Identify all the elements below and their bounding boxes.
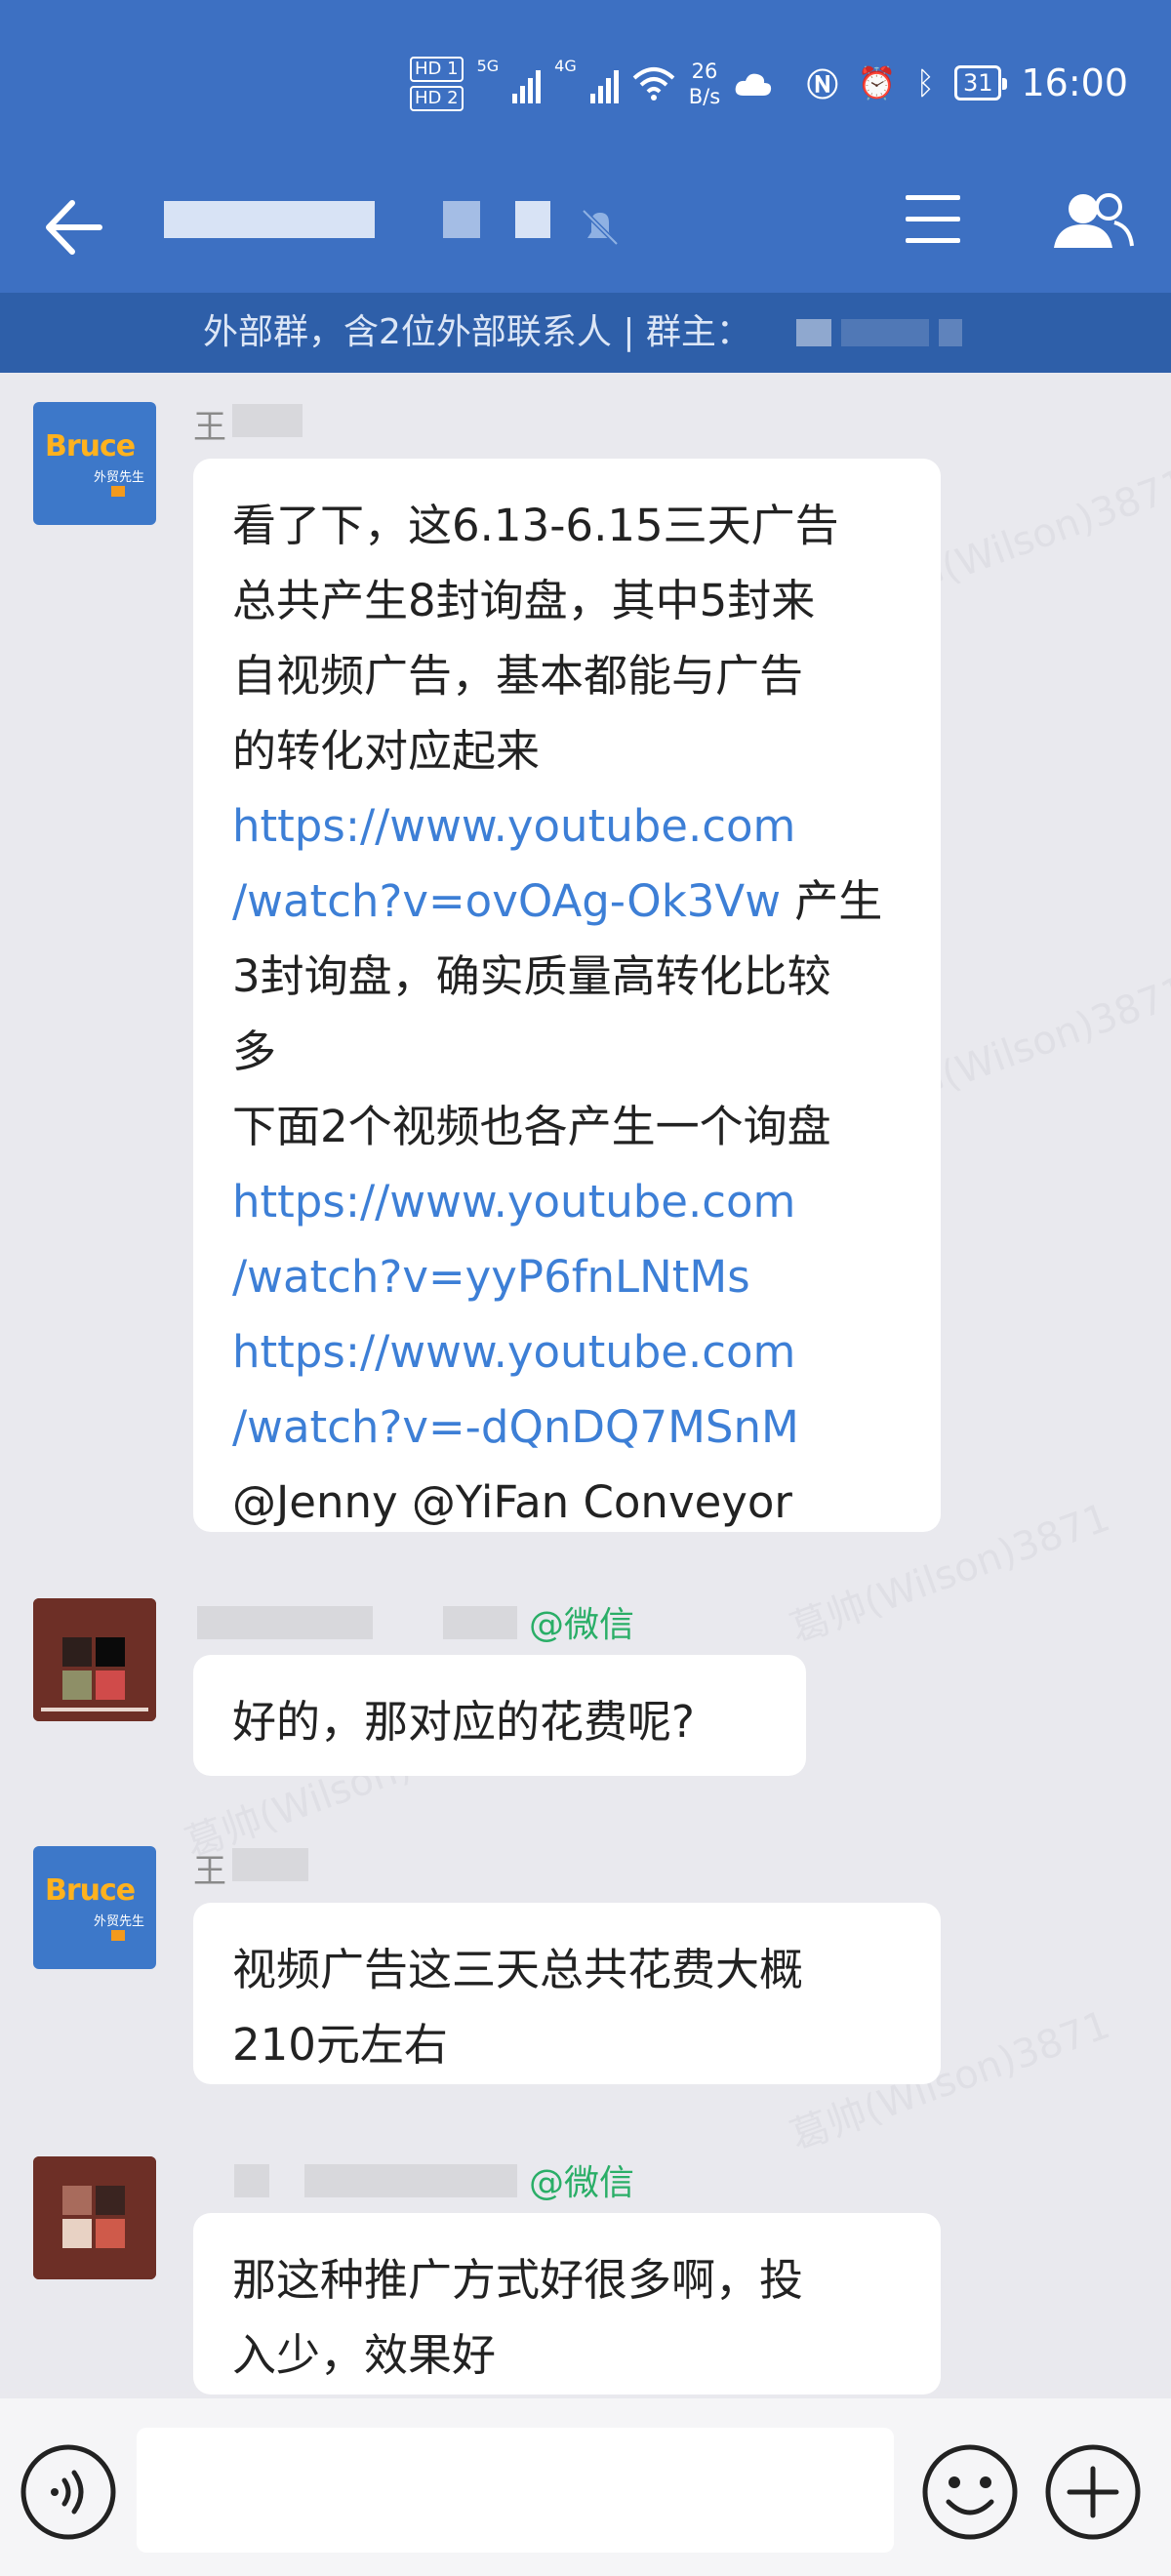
sender-name-redacted	[234, 2164, 269, 2197]
message-text: 产生	[781, 875, 883, 927]
net-speed: 26 B/s	[689, 59, 720, 109]
message-line: 多	[232, 1026, 277, 1077]
sender-name-redacted-2	[304, 2164, 517, 2197]
message-line: 自视频广告，基本都能与广告	[232, 650, 804, 702]
alarm-icon: ⏰	[857, 64, 897, 101]
youtube-link[interactable]: /watch?v=yyP6fnLNtMs	[232, 1239, 902, 1314]
cloud-icon	[735, 73, 772, 96]
speed-unit: B/s	[688, 85, 721, 108]
sender-name: 王	[193, 408, 226, 447]
sender-name: 王	[193, 1852, 226, 1891]
network-status: HD 1 HD 2 5G 4G 26 B/s	[410, 57, 773, 111]
avatar-badge	[111, 1930, 125, 1941]
bluetooth-icon: ᛒ	[915, 64, 935, 101]
avatar-logo-text: Bruce	[45, 429, 136, 463]
message-line: 3封询盘，确实质量高转化比较	[232, 950, 831, 1002]
message-bubble[interactable]: 那这种推广方式好很多啊，投 入少，效果好	[193, 2213, 941, 2395]
mention-line[interactable]: @Jenny @YiFan Conveyor	[232, 1465, 902, 1540]
group-title-redacted-3	[515, 201, 550, 238]
status-right: Ⓝ ⏰ ᛒ 31 16:00	[807, 60, 1128, 105]
message-line: 好的，那对应的花费呢?	[232, 1696, 695, 1748]
clock: 16:00	[1021, 61, 1128, 104]
wechat-tag: @微信	[529, 1605, 635, 1645]
sender-name-redacted	[232, 1848, 308, 1881]
group-title-redacted-2	[443, 201, 480, 238]
group-info-bar[interactable]: 外部群，含2位外部联系人 | 群主：	[0, 293, 1171, 373]
youtube-link[interactable]: https://www.youtube.com	[232, 788, 902, 864]
members-icon[interactable]	[1050, 187, 1134, 256]
avatar[interactable]: Bruce 外贸先生	[33, 402, 156, 525]
wechat-tag: @微信	[529, 2163, 635, 2203]
owner-name-redacted	[796, 319, 831, 346]
avatar-badge	[111, 486, 125, 497]
owner-name-redacted-2	[841, 319, 929, 346]
avatar-logo-text: Bruce	[45, 1873, 136, 1908]
youtube-link[interactable]: https://www.youtube.com	[232, 1164, 902, 1239]
message-line: 视频广告这三天总共花费大概	[232, 1944, 804, 1995]
message-line: 下面2个视频也各产生一个询盘	[232, 1101, 831, 1152]
youtube-link[interactable]: /watch?v=-dQnDQ7MSnM	[232, 1389, 902, 1465]
group-info-text: 外部群，含2位外部联系人 | 群主：	[203, 312, 751, 352]
menu-icon[interactable]	[904, 189, 964, 250]
message-line: 210元左右	[232, 2019, 448, 2071]
avatar[interactable]	[33, 1598, 156, 1721]
sender-name-redacted	[197, 1606, 373, 1639]
avatar-subtitle: 外贸先生	[94, 1914, 145, 1929]
emoji-icon[interactable]	[919, 2441, 1021, 2543]
group-title-redacted	[164, 201, 375, 238]
message-input[interactable]	[137, 2428, 894, 2553]
gen2-label: 4G	[554, 57, 577, 75]
avatar[interactable]: Bruce 外贸先生	[33, 1846, 156, 1969]
signal-icon	[512, 64, 542, 103]
avatar[interactable]	[33, 2156, 156, 2279]
message-bubble[interactable]: 视频广告这三天总共花费大概 210元左右	[193, 1903, 941, 2084]
back-arrow-icon[interactable]	[39, 193, 107, 262]
input-bar	[0, 2398, 1171, 2576]
mute-bell-icon	[582, 209, 619, 246]
message-bubble[interactable]: 好的，那对应的花费呢?	[193, 1655, 806, 1776]
signal-icon	[589, 64, 619, 103]
message-bubble[interactable]: 看了下，这6.13-6.15三天广告 总共产生8封询盘，其中5封来 自视频广告，…	[193, 459, 941, 1532]
sender-name-redacted	[232, 404, 303, 437]
sender-name-redacted-2	[443, 1606, 517, 1639]
wifi-icon	[632, 67, 675, 101]
status-bar: HD 1 HD 2 5G 4G 26 B/s Ⓝ ⏰ ᛒ 31 16:00	[0, 0, 1171, 166]
hd-badges: HD 1 HD 2	[410, 57, 464, 111]
gen1-label: 5G	[476, 57, 500, 75]
message-line: 入少，效果好	[232, 2329, 497, 2381]
plus-icon[interactable]	[1042, 2441, 1144, 2543]
speed-value: 26	[691, 60, 718, 83]
message-line: 总共产生8封询盘，其中5封来	[232, 575, 816, 626]
owner-name-redacted-3	[939, 319, 962, 346]
hd2-badge: HD 2	[410, 86, 464, 111]
battery-indicator: 31	[953, 65, 1007, 101]
nav-bar	[0, 166, 1171, 293]
message-line: 看了下，这6.13-6.15三天广告	[232, 500, 839, 551]
message-line-link: /watch?v=ovOAg-Ok3Vw 产生	[232, 864, 902, 939]
message-line: 那这种推广方式好很多啊，投	[232, 2254, 804, 2306]
nfc-icon: Ⓝ	[806, 66, 838, 103]
voice-icon[interactable]	[18, 2441, 119, 2543]
avatar-subtitle: 外贸先生	[94, 470, 145, 485]
hd1-badge: HD 1	[410, 57, 464, 82]
message-line: 的转化对应起来	[232, 725, 541, 777]
youtube-link[interactable]: https://www.youtube.com	[232, 1314, 902, 1389]
youtube-link[interactable]: /watch?v=ovOAg-Ok3Vw	[232, 875, 781, 927]
